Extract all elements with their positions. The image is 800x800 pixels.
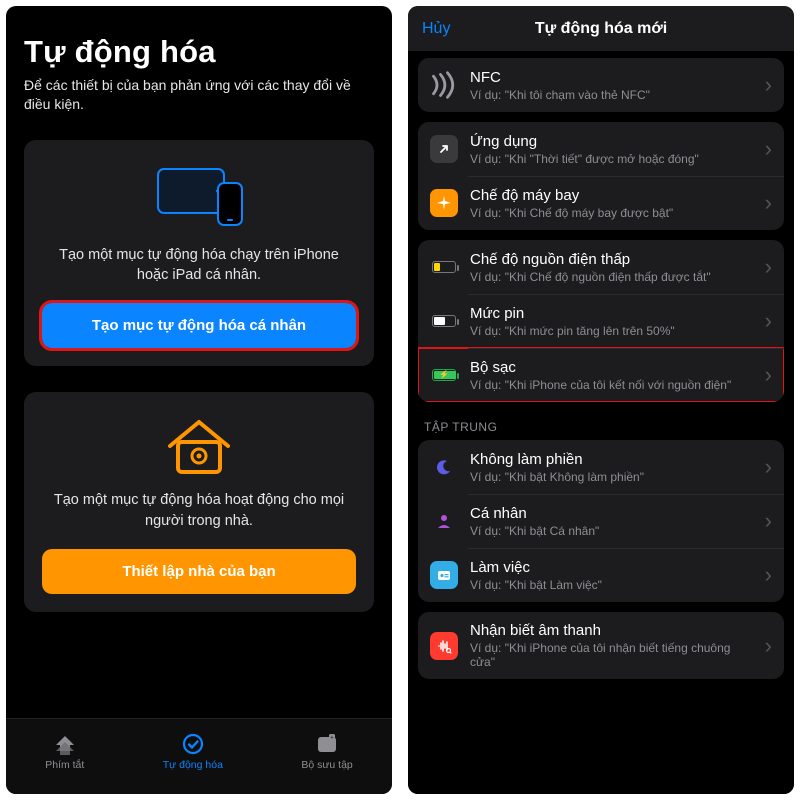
chevron-right-icon: ›	[765, 72, 772, 98]
tab-label: Phím tắt	[45, 759, 84, 771]
tab-label: Bộ sưu tập	[301, 759, 352, 771]
airplane-icon	[430, 189, 458, 217]
home-icon	[162, 416, 236, 476]
gallery-icon: +	[315, 733, 339, 755]
row-title: Chế độ nguồn điện thấp	[470, 251, 753, 268]
battery-low-icon	[430, 253, 458, 281]
page-subtitle: Để các thiết bị của bạn phản ứng với các…	[24, 76, 374, 114]
chevron-right-icon: ›	[765, 508, 772, 534]
person-icon	[430, 507, 458, 535]
chevron-right-icon: ›	[765, 136, 772, 162]
row-title: Bộ sạc	[470, 359, 753, 376]
tab-automation[interactable]: Tự động hóa	[163, 733, 223, 771]
right-screen: Hủy Tự động hóa mới NFC Ví dụ: "Khi tôi …	[408, 6, 794, 794]
row-example: Ví dụ: "Khi tôi chạm vào thẻ NFC"	[470, 88, 753, 102]
chevron-right-icon: ›	[765, 562, 772, 588]
trigger-row-low-power[interactable]: Chế độ nguồn điện thấp Ví dụ: "Khi Chế đ…	[418, 240, 784, 294]
home-automation-card: Tạo một mục tự động hóa hoạt động cho mọ…	[24, 392, 374, 612]
row-example: Ví dụ: "Khi iPhone của tôi kết nối với n…	[470, 378, 753, 392]
trigger-list[interactable]: NFC Ví dụ: "Khi tôi chạm vào thẻ NFC" › …	[408, 52, 794, 794]
app-icon	[430, 135, 458, 163]
trigger-row-work-focus[interactable]: Làm việc Ví dụ: "Khi bật Làm việc" ›	[418, 548, 784, 602]
moon-icon	[430, 453, 458, 481]
tab-bar: Phím tắt Tự động hóa + Bộ sưu tập	[6, 718, 392, 794]
chevron-right-icon: ›	[765, 362, 772, 388]
trigger-row-nfc[interactable]: NFC Ví dụ: "Khi tôi chạm vào thẻ NFC" ›	[418, 58, 784, 112]
trigger-row-airplane[interactable]: Chế độ máy bay Ví dụ: "Khi Chế độ máy ba…	[418, 176, 784, 230]
row-title: Không làm phiền	[470, 451, 753, 468]
chevron-right-icon: ›	[765, 633, 772, 659]
devices-icon	[151, 164, 247, 226]
setup-home-button[interactable]: Thiết lập nhà của bạn	[42, 549, 356, 594]
trigger-row-personal-focus[interactable]: Cá nhân Ví dụ: "Khi bật Cá nhân" ›	[418, 494, 784, 548]
home-card-desc: Tạo một mục tự động hóa hoạt động cho mọ…	[42, 490, 356, 531]
battery-charging-icon: ⚡	[430, 361, 458, 389]
row-title: Mức pin	[470, 305, 753, 322]
chevron-right-icon: ›	[765, 454, 772, 480]
trigger-row-charger[interactable]: ⚡ Bộ sạc Ví dụ: "Khi iPhone của tôi kết …	[418, 348, 784, 402]
modal-title: Tự động hóa mới	[535, 20, 667, 38]
row-example: Ví dụ: "Khi mức pin tăng lên trên 50%"	[470, 324, 753, 338]
trigger-row-app[interactable]: Ứng dụng Ví dụ: "Khi "Thời tiết" được mở…	[418, 122, 784, 176]
shortcuts-icon	[53, 733, 77, 755]
row-title: Nhận biết âm thanh	[470, 622, 753, 639]
row-title: Chế độ máy bay	[470, 187, 753, 204]
row-example: Ví dụ: "Khi Chế độ nguồn điện thấp được …	[470, 270, 753, 284]
trigger-row-battery-level[interactable]: Mức pin Ví dụ: "Khi mức pin tăng lên trê…	[418, 294, 784, 348]
personal-card-desc: Tạo một mục tự động hóa chạy trên iPhone…	[42, 245, 356, 286]
tab-gallery[interactable]: + Bộ sưu tập	[301, 733, 352, 771]
cancel-button[interactable]: Hủy	[422, 20, 450, 38]
automation-icon	[181, 733, 205, 755]
chevron-right-icon: ›	[765, 190, 772, 216]
page-title: Tự động hóa	[24, 34, 374, 70]
create-personal-automation-button[interactable]: Tạo mục tự động hóa cá nhân	[42, 303, 356, 348]
row-example: Ví dụ: "Khi Chế độ máy bay được bật"	[470, 206, 753, 220]
battery-level-icon	[430, 307, 458, 335]
row-example: Ví dụ: "Khi "Thời tiết" được mở hoặc đón…	[470, 152, 753, 166]
tab-label: Tự động hóa	[163, 759, 223, 771]
row-title: Làm việc	[470, 559, 753, 576]
section-header-focus: TẬP TRUNG	[408, 402, 794, 440]
badge-icon	[430, 561, 458, 589]
chevron-right-icon: ›	[765, 254, 772, 280]
row-example: Ví dụ: "Khi iPhone của tôi nhận biết tiế…	[470, 641, 753, 669]
left-screen: Tự động hóa Để các thiết bị của bạn phản…	[6, 6, 392, 794]
tab-shortcuts[interactable]: Phím tắt	[45, 733, 84, 771]
svg-text:+: +	[331, 735, 334, 741]
trigger-row-sound-recognition[interactable]: Nhận biết âm thanh Ví dụ: "Khi iPhone củ…	[418, 612, 784, 679]
personal-automation-card: Tạo một mục tự động hóa chạy trên iPhone…	[24, 140, 374, 367]
row-example: Ví dụ: "Khi bật Làm việc"	[470, 578, 753, 592]
trigger-row-dnd[interactable]: Không làm phiền Ví dụ: "Khi bật Không là…	[418, 440, 784, 494]
row-title: NFC	[470, 69, 753, 86]
row-example: Ví dụ: "Khi bật Không làm phiền"	[470, 470, 753, 484]
row-title: Ứng dụng	[470, 133, 753, 150]
nfc-icon	[430, 71, 458, 99]
row-example: Ví dụ: "Khi bật Cá nhân"	[470, 524, 753, 538]
chevron-right-icon: ›	[765, 308, 772, 334]
modal-header: Hủy Tự động hóa mới	[408, 6, 794, 52]
row-title: Cá nhân	[470, 505, 753, 522]
sound-recognition-icon	[430, 632, 458, 660]
